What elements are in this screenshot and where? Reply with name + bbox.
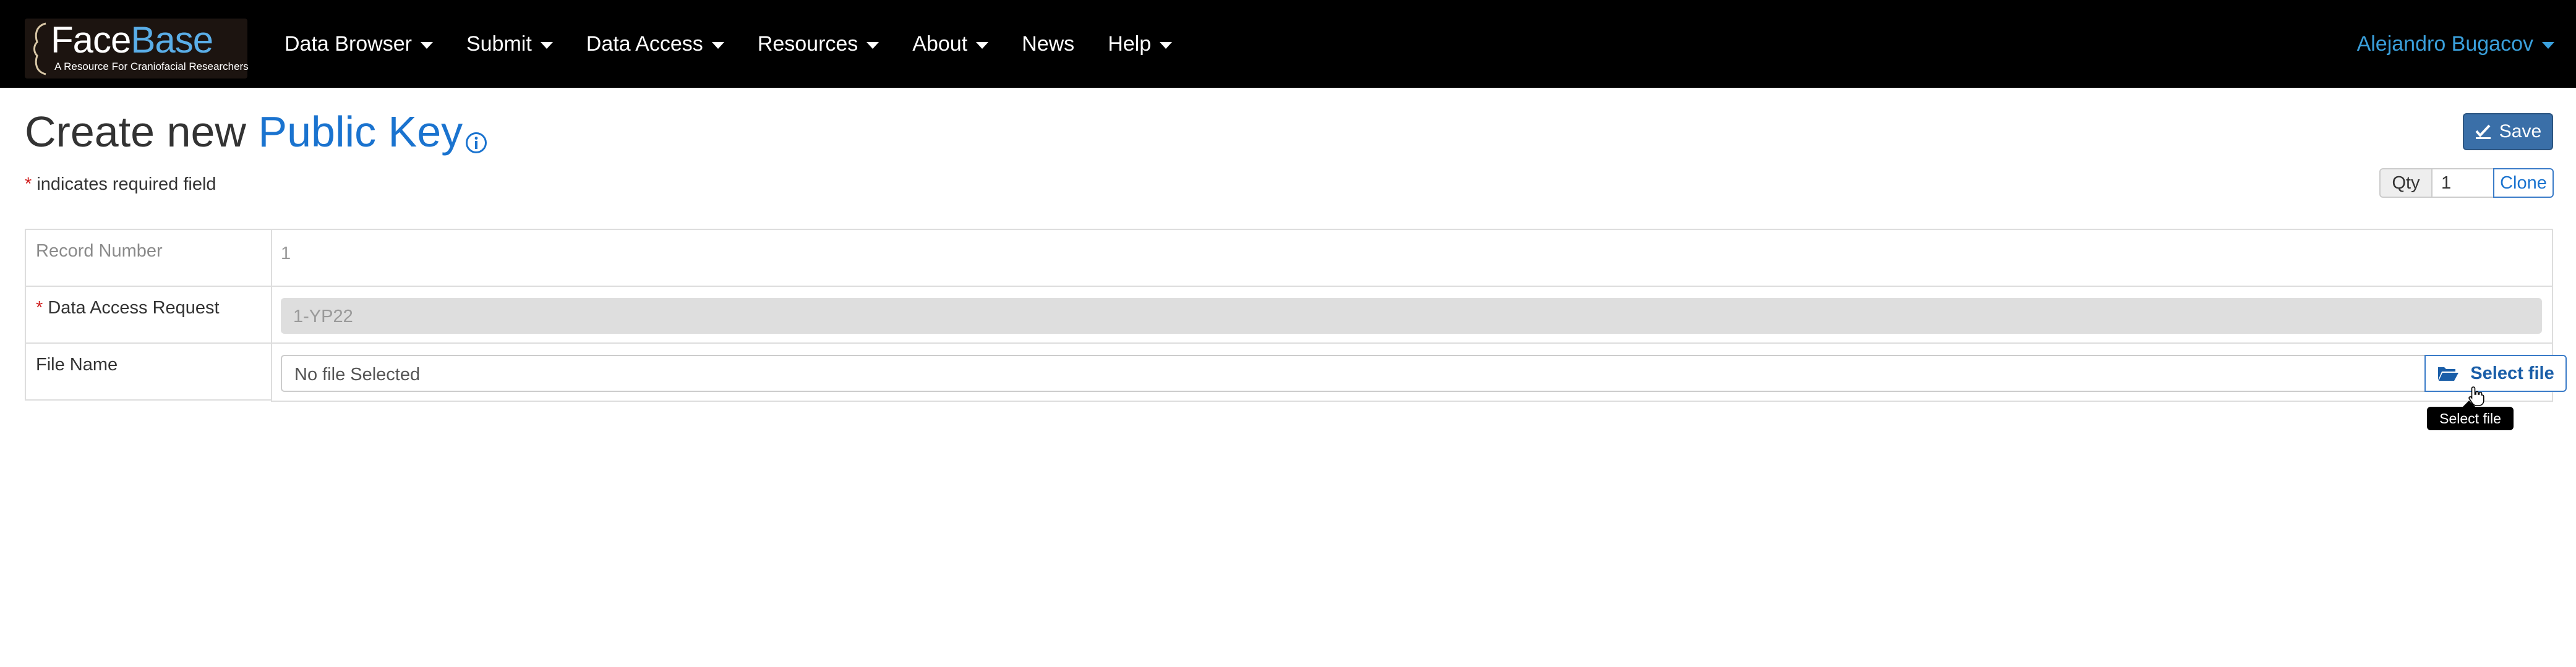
logo-bracket-icon <box>33 22 46 75</box>
nav-item-news[interactable]: News <box>1022 32 1074 56</box>
save-button[interactable]: Save <box>2463 113 2553 150</box>
column-value: 1-YP22 <box>271 286 2553 344</box>
info-icon[interactable] <box>465 111 487 167</box>
caret-down-icon <box>540 41 553 49</box>
file-name-input[interactable]: No file Selected <box>281 355 2424 392</box>
nav-item-label: Submit <box>466 32 532 56</box>
caret-down-icon <box>1160 41 1173 49</box>
page-title-prefix: Create new <box>25 108 246 156</box>
facebase-logo[interactable]: FaceBase A Resource For Craniofacial Res… <box>25 19 249 79</box>
nav-item-about[interactable]: About <box>912 32 989 56</box>
required-star: * <box>25 174 32 194</box>
table-name-link[interactable]: Public Key <box>258 108 463 156</box>
page-title: Create new Public Key <box>25 104 487 167</box>
logo-title: FaceBase <box>51 19 213 62</box>
form-row-data-access-request: * Data Access Request 1-YP22 <box>25 286 2553 344</box>
user-menu[interactable]: Alejandro Bugacov <box>2357 0 2554 88</box>
record-number-value: 1 <box>271 229 2553 287</box>
save-button-label: Save <box>2499 121 2542 142</box>
column-label-text: File Name <box>36 355 118 375</box>
qty-input[interactable] <box>2433 168 2493 198</box>
column-label-text: Record Number <box>36 241 163 261</box>
caret-down-icon <box>711 41 724 49</box>
nav-item-label: News <box>1022 32 1075 56</box>
clone-button[interactable]: Clone <box>2493 168 2554 198</box>
logo-tagline: A Resource For Craniofacial Researchers <box>54 61 249 72</box>
pointer-cursor-icon <box>2468 386 2484 406</box>
nav-item-label: Data Browser <box>285 32 412 56</box>
select-file-label: Select file <box>2470 363 2554 383</box>
clone-qty-group: Qty Clone <box>2379 168 2554 198</box>
nav-item-resources[interactable]: Resources <box>758 32 879 56</box>
navbar: FaceBase A Resource For Craniofacial Res… <box>0 0 2576 88</box>
required-star: * <box>36 298 43 318</box>
form-row-file-name: File Name No file Selected Select file <box>25 342 2567 402</box>
logo-title-base: Base <box>131 19 213 61</box>
nav-item-data-access[interactable]: Data Access <box>586 32 724 56</box>
column-label-text: Data Access Request <box>48 298 220 318</box>
nav-item-help[interactable]: Help <box>1108 32 1173 56</box>
required-field-note: * indicates required field <box>25 174 216 195</box>
caret-down-icon <box>2542 41 2554 49</box>
logo-title-face: Face <box>51 19 131 61</box>
column-label: Record Number <box>25 229 272 287</box>
column-value: No file Selected Select file <box>271 342 2567 402</box>
folder-open-icon <box>2438 367 2459 381</box>
caret-down-icon <box>867 41 879 49</box>
data-access-request-field: 1-YP22 <box>281 298 2542 334</box>
nav-item-data-browser[interactable]: Data Browser <box>285 32 433 56</box>
select-file-button[interactable]: Select file <box>2424 355 2567 392</box>
qty-label: Qty <box>2379 168 2433 198</box>
tooltip-text: Select file <box>2427 407 2514 430</box>
nav-item-label: About <box>912 32 968 56</box>
main-nav-menu: Data Browser Submit Data Access Resource… <box>285 0 1205 88</box>
caret-down-icon <box>976 41 989 49</box>
nav-item-label: Resources <box>757 32 858 56</box>
form-row-record-number: Record Number 1 <box>25 229 2553 287</box>
save-check-icon <box>2475 124 2491 139</box>
nav-item-label: Data Access <box>586 32 703 56</box>
nav-item-submit[interactable]: Submit <box>466 32 553 56</box>
column-label: * Data Access Request <box>25 286 272 344</box>
caret-down-icon <box>420 41 433 49</box>
column-label: File Name <box>25 342 272 401</box>
nav-item-label: Help <box>1108 32 1152 56</box>
required-note-text: indicates required field <box>36 174 216 194</box>
user-name: Alejandro Bugacov <box>2356 32 2533 56</box>
